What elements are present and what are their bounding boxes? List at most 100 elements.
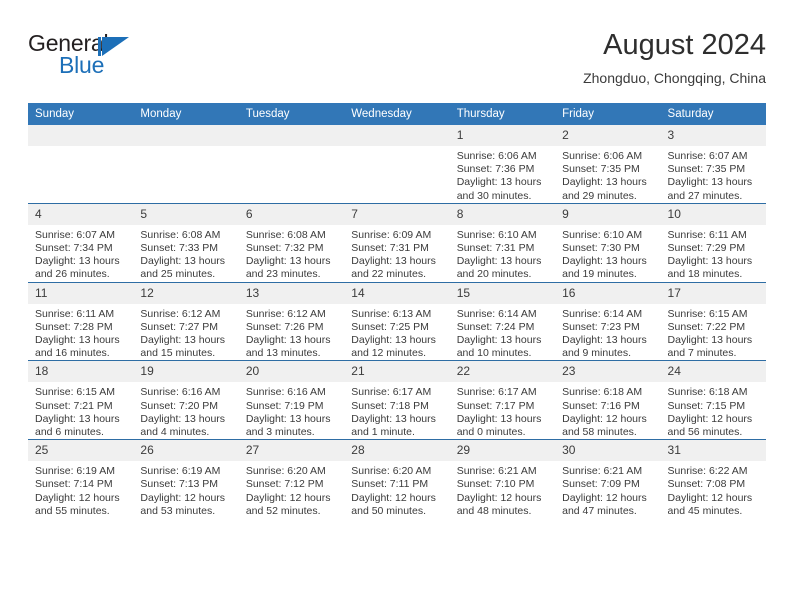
day-cell[interactable]: 22 Sunrise: 6:17 AM Sunset: 7:17 PM Dayl… (449, 360, 556, 440)
calendar-table: Sunday Monday Tuesday Wednesday Thursday… (28, 103, 766, 519)
day-cell[interactable]: 3 Sunrise: 6:07 AM Sunset: 7:35 PM Dayli… (660, 125, 766, 204)
sunset-text: Sunset: 7:34 PM (35, 242, 113, 255)
day-cell[interactable] (28, 125, 134, 204)
day-cell[interactable]: 5 Sunrise: 6:08 AM Sunset: 7:33 PM Dayli… (133, 202, 239, 283)
day-number: 14 (344, 282, 450, 304)
sunrise-text: Sunrise: 6:08 AM (140, 228, 221, 241)
day-cell[interactable]: 19 Sunrise: 6:16 AM Sunset: 7:20 PM Dayl… (133, 360, 239, 440)
sunset-text: Sunset: 7:26 PM (245, 320, 324, 333)
sunrise-text: Sunrise: 6:12 AM (140, 307, 221, 320)
sunrise-text: Sunrise: 6:15 AM (35, 386, 115, 399)
day-cell[interactable]: 6 Sunrise: 6:08 AM Sunset: 7:32 PM Dayli… (238, 202, 345, 283)
day-number: 13 (238, 282, 345, 304)
daylight-text-line1: Daylight: 13 hours (351, 334, 436, 347)
sunrise-text: Sunrise: 6:10 AM (456, 228, 537, 241)
day-number: 11 (28, 282, 134, 304)
day-cell[interactable]: 14 Sunrise: 6:13 AM Sunset: 7:25 PM Dayl… (344, 281, 450, 361)
day-cell[interactable]: 30 Sunrise: 6:21 AM Sunset: 7:09 PM Dayl… (555, 439, 661, 519)
day-number: 2 (555, 125, 661, 146)
day-cell[interactable] (344, 125, 450, 204)
sunset-text: Sunset: 7:17 PM (456, 399, 535, 412)
daylight-text-line2: and 16 minutes. (35, 347, 110, 360)
sunrise-text: Sunrise: 6:14 AM (456, 307, 537, 320)
sunrise-text: Sunrise: 6:20 AM (245, 465, 326, 478)
day-cell[interactable]: 18 Sunrise: 6:15 AM Sunset: 7:21 PM Dayl… (28, 360, 134, 440)
day-cell[interactable]: 1 Sunrise: 6:06 AM Sunset: 7:36 PM Dayli… (449, 125, 556, 204)
day-cell[interactable]: 10 Sunrise: 6:11 AM Sunset: 7:29 PM Dayl… (660, 202, 766, 283)
sunset-text: Sunset: 7:19 PM (245, 399, 324, 412)
daylight-text-line2: and 29 minutes. (562, 189, 637, 202)
daylight-text-line2: and 12 minutes. (351, 347, 426, 360)
day-details: Sunrise: 6:16 AM Sunset: 7:20 PM Dayligh… (133, 382, 238, 439)
day-details: Sunrise: 6:19 AM Sunset: 7:14 PM Dayligh… (28, 461, 133, 518)
sunset-text: Sunset: 7:32 PM (245, 242, 324, 255)
page-header: General Blue August 2024 Zhongduo, Chong… (28, 28, 766, 98)
sunset-text: Sunset: 7:20 PM (140, 399, 219, 412)
day-details: Sunrise: 6:10 AM Sunset: 7:30 PM Dayligh… (555, 225, 660, 282)
sunset-text: Sunset: 7:31 PM (351, 242, 429, 255)
day-details: Sunrise: 6:11 AM Sunset: 7:28 PM Dayligh… (28, 304, 133, 361)
daylight-text-line2: and 0 minutes. (456, 426, 526, 439)
day-cell[interactable]: 20 Sunrise: 6:16 AM Sunset: 7:19 PM Dayl… (238, 360, 345, 440)
day-cell[interactable]: 7 Sunrise: 6:09 AM Sunset: 7:31 PM Dayli… (344, 202, 450, 283)
calendar-page: General Blue August 2024 Zhongduo, Chong… (0, 0, 792, 612)
day-number: 16 (555, 282, 661, 304)
weekday-header-monday: Monday (133, 103, 239, 125)
day-cell[interactable]: 28 Sunrise: 6:20 AM Sunset: 7:11 PM Dayl… (344, 439, 450, 519)
day-details: Sunrise: 6:17 AM Sunset: 7:18 PM Dayligh… (344, 382, 449, 439)
day-cell[interactable]: 13 Sunrise: 6:12 AM Sunset: 7:26 PM Dayl… (238, 281, 345, 361)
day-details: Sunrise: 6:07 AM Sunset: 7:34 PM Dayligh… (28, 225, 133, 282)
day-cell[interactable]: 31 Sunrise: 6:22 AM Sunset: 7:08 PM Dayl… (660, 439, 766, 519)
sunrise-text: Sunrise: 6:08 AM (245, 228, 326, 241)
day-cell[interactable]: 24 Sunrise: 6:18 AM Sunset: 7:15 PM Dayl… (660, 360, 766, 440)
daylight-text-line2: and 26 minutes. (35, 268, 110, 281)
day-details: Sunrise: 6:10 AM Sunset: 7:31 PM Dayligh… (450, 225, 555, 282)
daylight-text-line2: and 7 minutes. (667, 347, 737, 360)
day-cell[interactable]: 8 Sunrise: 6:10 AM Sunset: 7:31 PM Dayli… (449, 202, 556, 283)
day-details: Sunrise: 6:20 AM Sunset: 7:12 PM Dayligh… (239, 461, 344, 518)
day-details: Sunrise: 6:15 AM Sunset: 7:22 PM Dayligh… (661, 304, 766, 361)
daylight-text-line2: and 56 minutes. (667, 426, 743, 439)
daylight-text-line1: Daylight: 13 hours (562, 255, 647, 268)
day-cell[interactable]: 29 Sunrise: 6:21 AM Sunset: 7:10 PM Dayl… (449, 439, 556, 519)
day-cell[interactable]: 27 Sunrise: 6:20 AM Sunset: 7:12 PM Dayl… (238, 439, 345, 519)
sunrise-text: Sunrise: 6:21 AM (562, 465, 643, 478)
day-details: Sunrise: 6:19 AM Sunset: 7:13 PM Dayligh… (133, 461, 238, 518)
sunrise-text: Sunrise: 6:16 AM (140, 386, 221, 399)
day-details: Sunrise: 6:12 AM Sunset: 7:27 PM Dayligh… (133, 304, 238, 361)
sunset-text: Sunset: 7:16 PM (562, 399, 640, 412)
sunset-text: Sunset: 7:09 PM (562, 478, 640, 491)
daylight-text-line2: and 50 minutes. (351, 504, 426, 517)
day-cell[interactable]: 2 Sunrise: 6:06 AM Sunset: 7:35 PM Dayli… (555, 125, 661, 204)
daylight-text-line2: and 22 minutes. (351, 268, 426, 281)
daylight-text-line2: and 13 minutes. (245, 347, 321, 360)
daylight-text-line2: and 47 minutes. (562, 504, 637, 517)
calendar-body: 1 Sunrise: 6:06 AM Sunset: 7:36 PM Dayli… (28, 125, 766, 519)
sunset-text: Sunset: 7:29 PM (667, 242, 746, 255)
day-cell[interactable] (133, 125, 239, 204)
day-cell[interactable]: 11 Sunrise: 6:11 AM Sunset: 7:28 PM Dayl… (28, 281, 134, 361)
brand-logo[interactable]: General Blue (28, 30, 258, 88)
day-cell[interactable] (238, 125, 345, 204)
sunset-text: Sunset: 7:23 PM (562, 320, 640, 333)
day-cell[interactable]: 9 Sunrise: 6:10 AM Sunset: 7:30 PM Dayli… (555, 202, 661, 283)
day-cell[interactable]: 25 Sunrise: 6:19 AM Sunset: 7:14 PM Dayl… (28, 439, 134, 519)
day-cell[interactable]: 17 Sunrise: 6:15 AM Sunset: 7:22 PM Dayl… (660, 281, 766, 361)
weekday-header-wednesday: Wednesday (344, 103, 450, 125)
day-cell[interactable]: 4 Sunrise: 6:07 AM Sunset: 7:34 PM Dayli… (28, 202, 134, 283)
sunset-text: Sunset: 7:10 PM (456, 478, 535, 491)
day-cell[interactable]: 12 Sunrise: 6:12 AM Sunset: 7:27 PM Dayl… (133, 281, 239, 361)
sunrise-text: Sunrise: 6:07 AM (667, 150, 748, 162)
day-cell[interactable]: 16 Sunrise: 6:14 AM Sunset: 7:23 PM Dayl… (555, 281, 661, 361)
calendar-header-row-group: Sunday Monday Tuesday Wednesday Thursday… (28, 103, 766, 125)
day-cell[interactable]: 21 Sunrise: 6:17 AM Sunset: 7:18 PM Dayl… (344, 360, 450, 440)
sunset-text: Sunset: 7:15 PM (667, 399, 746, 412)
daylight-text-line1: Daylight: 12 hours (667, 491, 753, 504)
week-row: 18 Sunrise: 6:15 AM Sunset: 7:21 PM Dayl… (28, 360, 766, 440)
day-cell[interactable]: 15 Sunrise: 6:14 AM Sunset: 7:24 PM Dayl… (449, 281, 556, 361)
daylight-text-line1: Daylight: 12 hours (667, 412, 753, 425)
day-number: 30 (555, 440, 661, 462)
day-cell[interactable]: 23 Sunrise: 6:18 AM Sunset: 7:16 PM Dayl… (555, 360, 661, 440)
day-cell[interactable]: 26 Sunrise: 6:19 AM Sunset: 7:13 PM Dayl… (133, 439, 239, 519)
sunrise-text: Sunrise: 6:13 AM (351, 307, 432, 320)
